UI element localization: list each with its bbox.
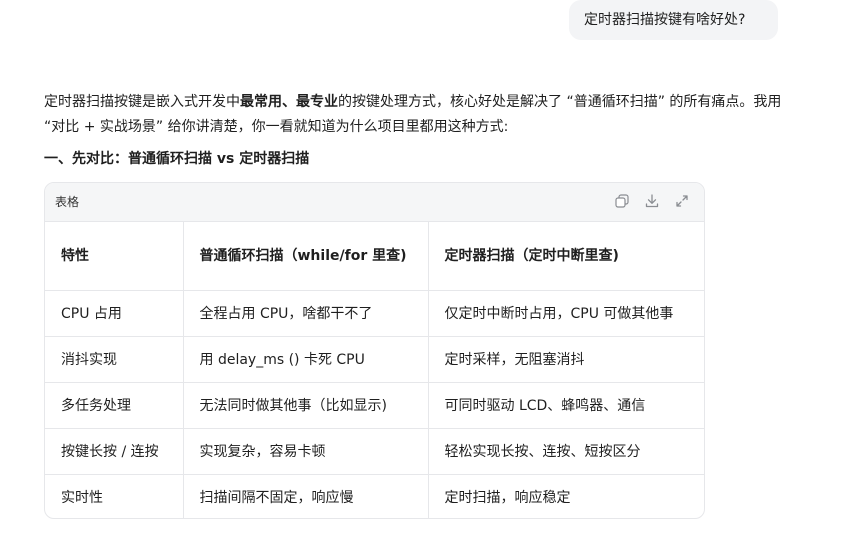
table-cell: 仅定时中断时占用，CPU 可做其他事 — [428, 290, 704, 337]
table-cell: 实现复杂，容易卡顿 — [183, 428, 429, 475]
header-feature: 特性 — [45, 222, 184, 291]
table-cell: 实时性 — [45, 474, 184, 518]
table-row: 消抖实现 用 delay_ms () 卡死 CPU 定时采样，无阻塞消抖 — [45, 336, 704, 383]
header-timer-scan: 定时器扫描（定时中断里查) — [428, 222, 704, 291]
intro-text-part1: 定时器扫描按键是嵌入式开发中 — [44, 94, 240, 110]
expand-icon[interactable] — [674, 193, 690, 209]
table-header-row: 特性 普通循环扫描（while/for 里查) 定时器扫描（定时中断里查) — [45, 222, 704, 291]
user-message-text: 定时器扫描按键有啥好处? — [584, 12, 746, 28]
table-toolbar-icons — [614, 193, 690, 209]
table-row: 按键长按 / 连按 实现复杂，容易卡顿 轻松实现长按、连按、短按区分 — [45, 428, 704, 475]
table-toolbar: 表格 — [45, 183, 704, 222]
comparison-table-card: 表格 特性 普通循环扫描（while/for 里查) 定时器扫描（定时中断里查)… — [44, 182, 705, 519]
table-row: 多任务处理 无法同时做其他事（比如显示) 可同时驱动 LCD、蜂鸣器、通信 — [45, 382, 704, 429]
section-heading: 一、先对比：普通循环扫描 vs 定时器扫描 — [44, 151, 310, 167]
comparison-table: 特性 普通循环扫描（while/for 里查) 定时器扫描（定时中断里查) CP… — [45, 222, 704, 518]
table-cell: 全程占用 CPU，啥都干不了 — [183, 290, 429, 337]
chat-page: 定时器扫描按键有啥好处? 定时器扫描按键是嵌入式开发中最常用、最专业的按键处理方… — [0, 0, 866, 535]
table-cell: 可同时驱动 LCD、蜂鸣器、通信 — [428, 382, 704, 429]
table-cell: 定时扫描，响应稳定 — [444, 489, 571, 506]
header-loop-scan: 普通循环扫描（while/for 里查) — [183, 222, 429, 291]
table-cell: 轻松实现长按、连按、短按区分 — [428, 428, 704, 475]
table-cell: 定时采样，无阻塞消抖 — [428, 336, 704, 383]
table-row: 实时性 扫描间隔不固定，响应慢 定时扫描，响应稳定 — [45, 474, 704, 518]
table-cell: 按键长按 / 连按 — [45, 428, 184, 475]
table-cell: 无法同时做其他事（比如显示) — [183, 382, 429, 429]
table-cell: 扫描间隔不固定，响应慢 — [183, 474, 429, 518]
table-cell: CPU 占用 — [45, 290, 184, 337]
table-label: 表格 — [55, 195, 80, 209]
table-cell: 用 delay_ms () 卡死 CPU — [183, 336, 429, 383]
user-message-bubble: 定时器扫描按键有啥好处? — [569, 0, 778, 40]
intro-text-bold: 最常用、最专业 — [240, 94, 338, 110]
table-row: CPU 占用 全程占用 CPU，啥都干不了 仅定时中断时占用，CPU 可做其他事 — [45, 290, 704, 337]
table-cell: 消抖实现 — [45, 336, 184, 383]
assistant-answer-intro: 定时器扫描按键是嵌入式开发中最常用、最专业的按键处理方式，核心好处是解决了 “普… — [44, 90, 784, 140]
download-icon[interactable] — [644, 193, 660, 209]
copy-icon[interactable] — [614, 193, 630, 209]
table-cell: 多任务处理 — [45, 382, 184, 429]
